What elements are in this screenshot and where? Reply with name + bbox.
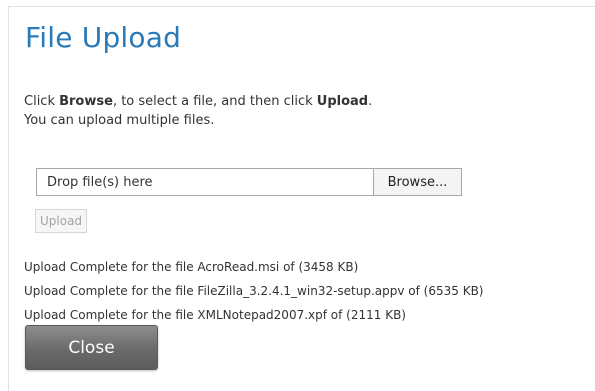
- instructions-text: Click: [24, 94, 60, 109]
- file-select-row: Browse...: [36, 168, 462, 196]
- browse-button[interactable]: Browse...: [373, 168, 462, 196]
- drop-files-field[interactable]: [36, 168, 373, 196]
- instructions-text: , to select a file, and then click: [112, 94, 317, 109]
- log-entry: Upload Complete for the file XMLNotepad2…: [24, 308, 406, 322]
- close-button[interactable]: Close: [25, 325, 158, 370]
- dialog-title: File Upload: [25, 21, 182, 54]
- upload-log: Upload Complete for the file AcroRead.ms…: [24, 255, 484, 327]
- upload-button[interactable]: Upload: [35, 209, 88, 233]
- instructions-browse-keyword: Browse: [59, 94, 113, 109]
- instructions-upload-keyword: Upload: [316, 94, 369, 109]
- log-entry: Upload Complete for the file AcroRead.ms…: [24, 260, 359, 274]
- log-entry: Upload Complete for the file FileZilla_3…: [24, 284, 484, 298]
- file-upload-dialog: File Upload Click Browse, to select a fi…: [8, 6, 595, 391]
- instructions: Click Browse, to select a file, and then…: [24, 92, 372, 130]
- instructions-line-1: Click Browse, to select a file, and then…: [24, 92, 372, 111]
- instructions-line-2: You can upload multiple files.: [24, 113, 215, 128]
- instructions-text: .: [368, 94, 373, 109]
